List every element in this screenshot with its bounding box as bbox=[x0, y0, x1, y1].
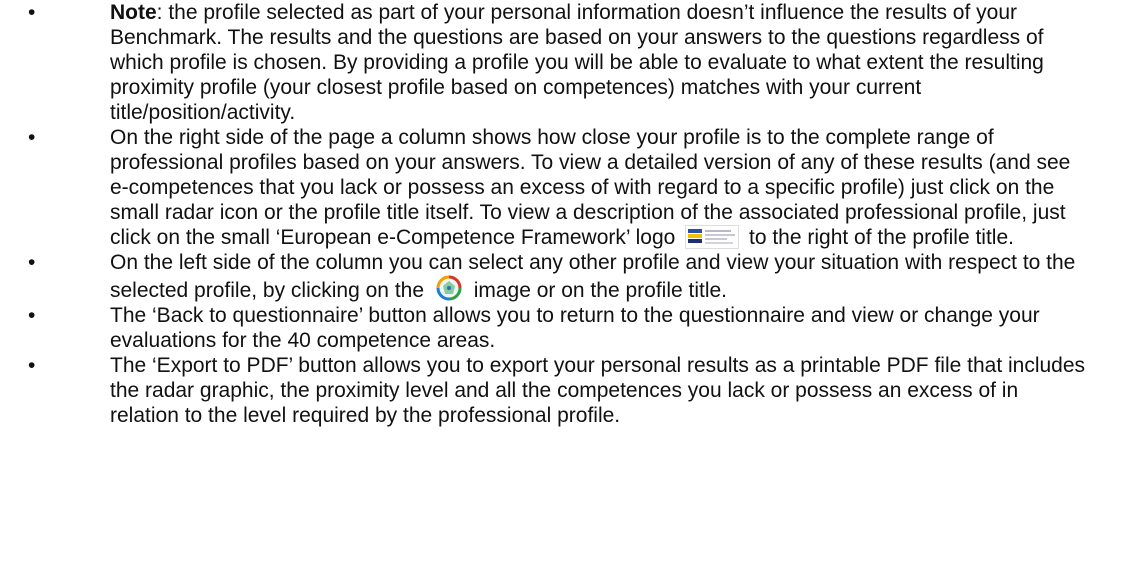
bullet-marker: • bbox=[28, 354, 36, 377]
document: • Note: the profile selected as part of … bbox=[0, 0, 1121, 428]
ecf-logo-icon bbox=[685, 225, 740, 249]
bullet-marker: • bbox=[28, 126, 36, 149]
back-text: The ‘Back to questionnaire’ button allow… bbox=[110, 304, 1040, 352]
left-side-text-after: image or on the profile title. bbox=[473, 279, 728, 302]
list-item-export-button: • The ‘Export to PDF’ button allows you … bbox=[0, 353, 1121, 428]
export-text: The ‘Export to PDF’ button allows you to… bbox=[110, 354, 1086, 427]
list-item-note: • Note: the profile selected as part of … bbox=[0, 0, 1121, 125]
bullet-list: • Note: the profile selected as part of … bbox=[0, 0, 1121, 428]
right-side-text-after: to the right of the profile title. bbox=[749, 226, 1014, 249]
radar-icon bbox=[436, 275, 462, 301]
note-text: : the profile selected as part of your p… bbox=[110, 1, 1044, 124]
bullet-marker: • bbox=[28, 251, 36, 274]
note-label: Note bbox=[110, 1, 157, 24]
list-item-right-side: • On the right side of the page a column… bbox=[0, 125, 1121, 250]
bullet-marker: • bbox=[28, 304, 36, 327]
list-item-left-side: • On the left side of the column you can… bbox=[0, 250, 1121, 303]
list-item-back-button: • The ‘Back to questionnaire’ button all… bbox=[0, 303, 1121, 353]
bullet-marker: • bbox=[28, 1, 36, 24]
